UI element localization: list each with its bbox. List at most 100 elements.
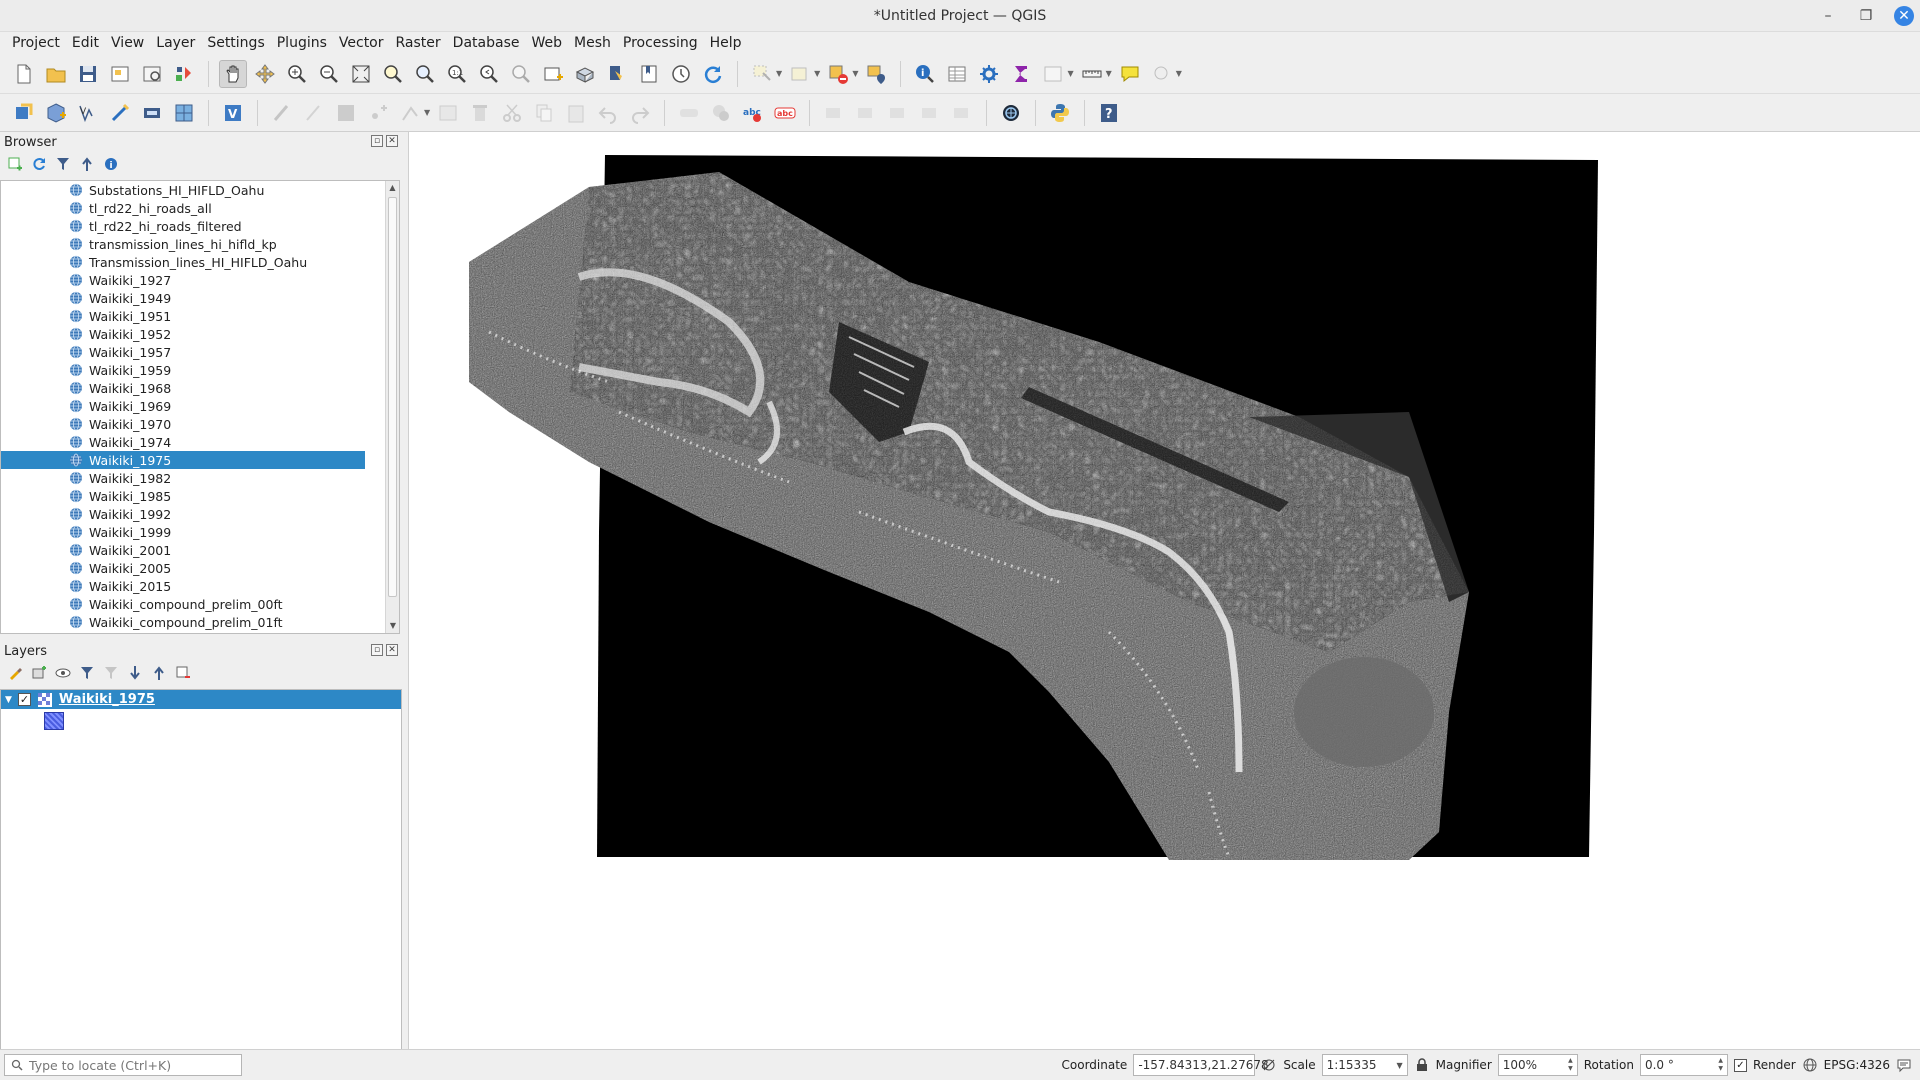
zoom-to-selection-icon[interactable]	[379, 60, 407, 88]
browser-item[interactable]: Waikiki_1970	[1, 415, 365, 433]
browser-item[interactable]: transmission_lines_hi_hifld_kp	[1, 235, 365, 253]
pan-to-selection-icon[interactable]	[251, 60, 279, 88]
deselect-all-icon[interactable]	[824, 60, 852, 88]
browser-scrollbar[interactable]: ▲ ▼	[385, 181, 399, 633]
map-canvas[interactable]	[408, 132, 1920, 1049]
locator-search-field[interactable]: Type to locate (Ctrl+K)	[4, 1054, 242, 1076]
annotation-tool-icon[interactable]	[1148, 60, 1176, 88]
browser-item[interactable]: Waikiki_1969	[1, 397, 365, 415]
refresh-icon[interactable]	[699, 60, 727, 88]
new-geopackage-layer-icon[interactable]	[42, 99, 70, 127]
browser-item[interactable]: Waikiki_compound_prelim_01ft	[1, 613, 365, 631]
close-panel-icon[interactable]: ✕	[386, 644, 398, 656]
menu-plugins[interactable]: Plugins	[271, 35, 333, 51]
move-label-icon[interactable]	[884, 99, 912, 127]
zoom-in-icon[interactable]	[283, 60, 311, 88]
browser-item[interactable]: tl_rd22_hi_roads_filtered	[1, 217, 365, 235]
pin-labels-icon[interactable]	[820, 99, 848, 127]
select-location-icon[interactable]	[862, 60, 890, 88]
open-project-icon[interactable]	[42, 60, 70, 88]
browser-item[interactable]: Waikiki_1985	[1, 487, 365, 505]
browser-item[interactable]: Waikiki_compound_prelim_00ft	[1, 595, 365, 613]
statistical-summary-icon[interactable]	[1007, 60, 1035, 88]
menu-vector[interactable]: Vector	[333, 35, 390, 51]
zoom-out-icon[interactable]	[315, 60, 343, 88]
menu-project[interactable]: Project	[6, 35, 66, 51]
open-attribute-table-icon[interactable]	[943, 60, 971, 88]
zoom-next-icon[interactable]	[507, 60, 535, 88]
zoom-native-icon[interactable]: 1:1	[443, 60, 471, 88]
processing-toolbox-icon[interactable]	[975, 60, 1003, 88]
expand-arrow-icon[interactable]: ▼	[5, 695, 12, 705]
new-project-icon[interactable]	[10, 60, 38, 88]
redo-icon[interactable]	[626, 99, 654, 127]
copy-features-icon[interactable]	[530, 99, 558, 127]
new-temporary-layer-icon[interactable]	[106, 99, 134, 127]
remove-layer-icon[interactable]	[174, 664, 192, 682]
digitize-layer-icon[interactable]	[138, 99, 166, 127]
new-map-view-icon[interactable]	[539, 60, 567, 88]
toggle-editing-icon[interactable]	[300, 99, 328, 127]
browser-item[interactable]: Waikiki_1949	[1, 289, 365, 307]
browser-item[interactable]: Waikiki_1927	[1, 271, 365, 289]
spinner-arrows-icon[interactable]: ▲ ▼	[1568, 1057, 1573, 1073]
chevron-down-icon[interactable]: ▼	[1106, 69, 1112, 78]
info-icon[interactable]: i	[102, 155, 120, 173]
chevron-down-icon[interactable]: ▼	[1396, 1061, 1402, 1070]
filter-expression-icon[interactable]	[102, 664, 120, 682]
help-icon[interactable]: ?	[1095, 99, 1123, 127]
menu-mesh[interactable]: Mesh	[568, 35, 617, 51]
layout-manager-icon[interactable]	[138, 60, 166, 88]
crs-globe-icon[interactable]	[1802, 1057, 1818, 1073]
render-checkbox[interactable]: ✓	[1733, 1058, 1747, 1072]
float-panel-icon[interactable]: ▫	[371, 135, 383, 147]
python-console-icon[interactable]	[1046, 99, 1074, 127]
temporal-controller-icon[interactable]	[667, 60, 695, 88]
chevron-down-icon[interactable]: ▼	[852, 69, 858, 78]
menu-edit[interactable]: Edit	[66, 35, 105, 51]
layer-diagram-icon[interactable]: abc	[771, 99, 799, 127]
menu-settings[interactable]: Settings	[201, 35, 270, 51]
layer-labeling-icon[interactable]: abc	[739, 99, 767, 127]
magnifier-spinbox[interactable]: 100% ▲ ▼	[1497, 1054, 1578, 1076]
new-shapefile-layer-icon[interactable]: V	[74, 99, 102, 127]
menu-help[interactable]: Help	[704, 35, 748, 51]
add-virtual-layer-icon[interactable]: V	[219, 99, 247, 127]
add-group-icon[interactable]	[30, 664, 48, 682]
coordinate-field[interactable]: -157.84313,21.27678	[1133, 1054, 1269, 1076]
new-3d-map-view-icon[interactable]	[571, 60, 599, 88]
browser-item[interactable]: Substations_HI_HIFLD_Oahu	[1, 181, 365, 199]
layer-item[interactable]: ▼ ✓ Waikiki_1975	[1, 690, 401, 709]
quickmapservices-icon[interactable]	[997, 99, 1025, 127]
scrollbar-thumb[interactable]	[388, 197, 397, 597]
filter-legend-icon[interactable]	[78, 664, 96, 682]
add-raster-layer-icon[interactable]	[170, 99, 198, 127]
menu-view[interactable]: View	[105, 35, 150, 51]
vertex-tool-icon[interactable]	[396, 99, 424, 127]
refresh-icon[interactable]	[30, 155, 48, 173]
data-source-manager-icon[interactable]	[10, 99, 38, 127]
chevron-down-icon[interactable]: ▼	[776, 69, 782, 78]
map-tips-icon[interactable]	[1116, 60, 1144, 88]
close-icon[interactable]: ✕	[1894, 6, 1914, 26]
scroll-up-icon[interactable]: ▲	[386, 181, 399, 195]
zoom-last-icon[interactable]	[475, 60, 503, 88]
browser-item[interactable]: Waikiki_1982	[1, 469, 365, 487]
manage-map-themes-icon[interactable]	[54, 664, 72, 682]
crs-label[interactable]: EPSG:4326	[1824, 1058, 1890, 1072]
new-bookmark-icon[interactable]	[603, 60, 631, 88]
chevron-down-icon[interactable]: ▼	[424, 108, 430, 117]
field-calculator-icon[interactable]	[1039, 60, 1067, 88]
chevron-down-icon[interactable]: ▼	[814, 69, 820, 78]
browser-item[interactable]: Waikiki_2015	[1, 577, 365, 595]
show-bookmarks-icon[interactable]	[635, 60, 663, 88]
measure-line-icon[interactable]	[1078, 60, 1106, 88]
current-edits-icon[interactable]	[268, 99, 296, 127]
browser-item[interactable]: Waikiki_2001	[1, 541, 365, 559]
chevron-down-icon[interactable]: ▼	[1176, 69, 1182, 78]
close-panel-icon[interactable]: ✕	[386, 135, 398, 147]
collapse-all-icon[interactable]	[78, 155, 96, 173]
rotation-spinbox[interactable]: 0.0 ° ▲ ▼	[1639, 1054, 1728, 1076]
spinner-arrows-icon[interactable]: ▲ ▼	[1718, 1057, 1723, 1073]
scroll-down-icon[interactable]: ▼	[386, 619, 399, 633]
